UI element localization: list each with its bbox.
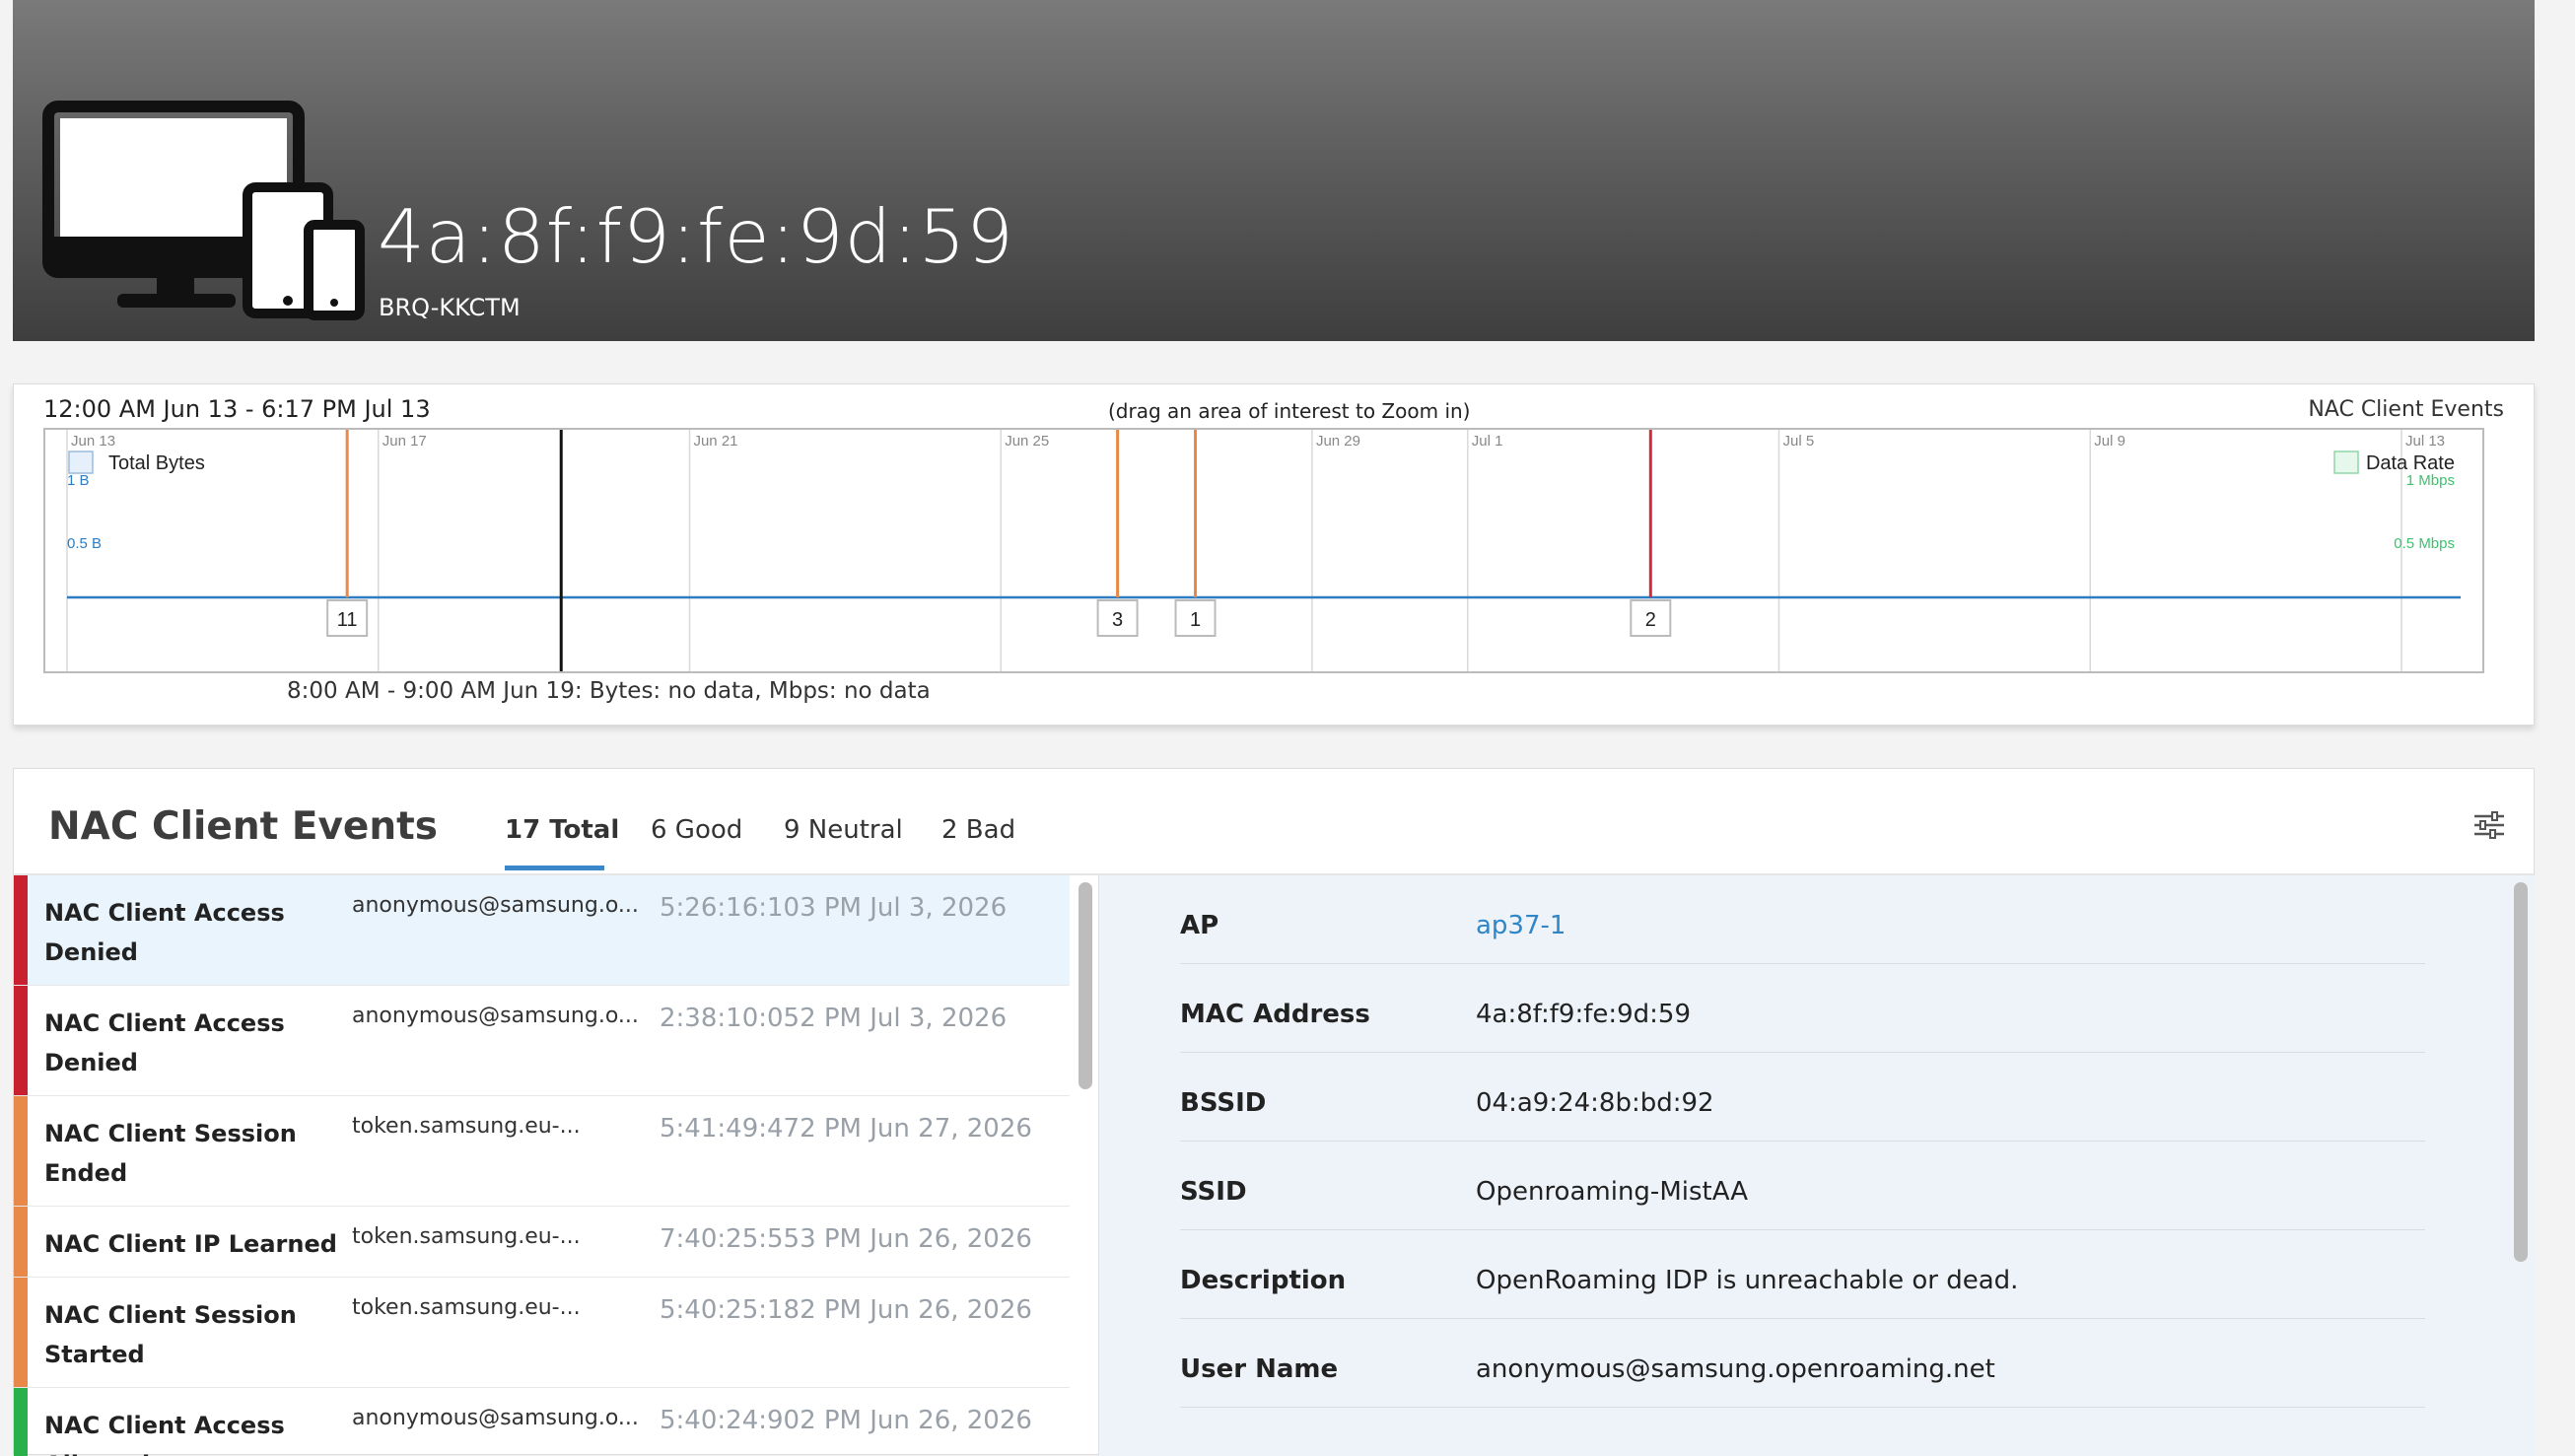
left-axis-tick: 0.5 B — [67, 535, 102, 552]
event-marker-count: 1 — [1190, 609, 1201, 631]
event-time: 5:41:49:472 PM Jun 27, 2026 — [660, 1114, 1032, 1144]
event-time: 5:40:25:182 PM Jun 26, 2026 — [660, 1295, 1032, 1325]
event-user: token.samsung.eu-... — [352, 1295, 581, 1320]
x-tick-label: Jun 21 — [693, 433, 737, 450]
event-marker-count: 11 — [337, 609, 358, 631]
detail-label: BSSID — [1180, 1088, 1267, 1118]
tab-neutral[interactable]: 9 Neutral — [784, 815, 903, 845]
legend-label-data-rate: Data Rate — [2366, 452, 2455, 474]
detail-label: User Name — [1180, 1354, 1339, 1384]
hover-readout: 8:00 AM - 9:00 AM Jun 19: Bytes: no data… — [287, 678, 931, 704]
event-type: NAC Client Session Started — [44, 1301, 297, 1368]
legend-swatch-total-bytes — [68, 451, 94, 474]
x-tick-label: Jun 25 — [1005, 433, 1049, 450]
detail-row-username: User Name anonymous@samsung.openroaming.… — [1180, 1319, 2425, 1408]
chart-name: NAC Client Events — [2308, 397, 2504, 422]
ap-link[interactable]: ap37-1 — [1476, 911, 1566, 940]
timeline-chart-svg[interactable]: Jun 13 Jun 17 Jun 21 Jun 25 Jun 29 Jul 1 Jul 5… — [45, 430, 2482, 671]
event-detail-pane: AP ap37-1 MAC Address 4a:8f:f9:fe:9d:59 … — [1098, 875, 2536, 1456]
client-site-name: BRQ-KKCTM — [379, 294, 521, 321]
event-severity-bar — [14, 1278, 28, 1387]
active-tab-indicator — [505, 866, 604, 870]
event-user: anonymous@samsung.o... — [352, 893, 639, 918]
timeline-chart[interactable]: Jun 13 Jun 17 Jun 21 Jun 25 Jun 29 Jul 1 Jul 5… — [43, 428, 2484, 673]
event-row[interactable]: NAC Client Access Allowed anonymous@sams… — [14, 1388, 1070, 1456]
right-axis-tick: 1 Mbps — [2406, 472, 2455, 489]
detail-label: Description — [1180, 1266, 1347, 1295]
left-axis-tick: 1 B — [67, 472, 90, 489]
event-time: 5:40:24:902 PM Jun 26, 2026 — [660, 1406, 1032, 1435]
event-marker-count: 2 — [1645, 609, 1656, 631]
time-range-label[interactable]: 12:00 AM Jun 13 - 6:17 PM Jul 13 — [43, 395, 431, 423]
detail-value: 4a:8f:f9:fe:9d:59 — [1476, 1000, 1692, 1029]
x-tick-label: Jun 29 — [1316, 433, 1360, 450]
event-severity-bar — [14, 1096, 28, 1206]
detail-row-mac: MAC Address 4a:8f:f9:fe:9d:59 — [1180, 964, 2425, 1053]
client-header: 4a:8f:f9:fe:9d:59 BRQ-KKCTM — [13, 0, 2535, 341]
x-tick-label: Jul 1 — [1472, 433, 1503, 450]
detail-scroll-thumb[interactable] — [2514, 882, 2528, 1262]
event-type: NAC Client Access Allowed — [44, 1412, 285, 1456]
detail-value: OpenRoaming IDP is unreachable or dead. — [1476, 1266, 2019, 1295]
events-card: NAC Client Events 17 Total 6 Good 9 Neut… — [13, 768, 2536, 1456]
event-type: NAC Client Access Denied — [44, 1009, 285, 1076]
legend-swatch-data-rate — [2333, 451, 2359, 474]
tab-bad[interactable]: 2 Bad — [941, 815, 1015, 845]
event-type: NAC Client Access Denied — [44, 899, 285, 966]
detail-label: AP — [1180, 911, 1219, 940]
event-time: 5:26:16:103 PM Jul 3, 2026 — [660, 893, 1008, 923]
event-severity-bar — [14, 986, 28, 1095]
event-row[interactable]: NAC Client IP Learned token.samsung.eu-.… — [14, 1207, 1070, 1278]
event-user: anonymous@samsung.o... — [352, 1004, 639, 1028]
tab-total[interactable]: 17 Total — [505, 815, 619, 845]
filter-settings-icon[interactable] — [2472, 810, 2506, 840]
event-row[interactable]: NAC Client Access Denied anonymous@samsu… — [14, 986, 1070, 1096]
detail-value: anonymous@samsung.openroaming.net — [1476, 1354, 1995, 1384]
zoom-hint: (drag an area of interest to Zoom in) — [1108, 399, 1471, 423]
event-list[interactable]: NAC Client Access Denied anonymous@samsu… — [14, 875, 1070, 1456]
event-severity-bar — [14, 875, 28, 985]
x-tick-label: Jun 17 — [383, 433, 427, 450]
detail-value: Openroaming-MistAA — [1476, 1177, 1749, 1207]
x-tick-label: Jun 13 — [71, 433, 115, 450]
event-severity-bar — [14, 1388, 28, 1456]
event-marker-count: 3 — [1112, 609, 1123, 631]
event-list-scroll-thumb[interactable] — [1079, 882, 1092, 1089]
tab-good[interactable]: 6 Good — [651, 815, 742, 845]
detail-row-ap: AP ap37-1 — [1180, 875, 2425, 964]
x-tick-label: Jul 5 — [1783, 433, 1815, 450]
event-row[interactable]: NAC Client Access Denied anonymous@samsu… — [14, 875, 1070, 986]
event-row[interactable]: NAC Client Session Started token.samsung… — [14, 1278, 1070, 1388]
client-mac-title: 4a:8f:f9:fe:9d:59 — [378, 193, 1014, 280]
event-user: token.samsung.eu-... — [352, 1114, 581, 1139]
legend-label-total-bytes: Total Bytes — [108, 452, 205, 474]
detail-row-ssid: SSID Openroaming-MistAA — [1180, 1142, 2425, 1230]
right-axis-tick: 0.5 Mbps — [2394, 535, 2455, 552]
event-severity-bar — [14, 1207, 28, 1277]
x-tick-label: Jul 13 — [2405, 433, 2445, 450]
detail-value: 04:a9:24:8b:bd:92 — [1476, 1088, 1714, 1118]
event-time: 7:40:25:553 PM Jun 26, 2026 — [660, 1224, 1032, 1254]
detail-label: MAC Address — [1180, 1000, 1370, 1029]
detail-row-bssid: BSSID 04:a9:24:8b:bd:92 — [1180, 1053, 2425, 1142]
event-user: token.samsung.eu-... — [352, 1224, 581, 1249]
event-row[interactable]: NAC Client Session Ended token.samsung.e… — [14, 1096, 1070, 1207]
client-devices-icon — [42, 101, 365, 320]
events-title: NAC Client Events — [48, 804, 438, 849]
x-tick-label: Jul 9 — [2094, 433, 2125, 450]
event-user: anonymous@samsung.o... — [352, 1406, 639, 1430]
event-type: NAC Client Session Ended — [44, 1120, 297, 1187]
event-type: NAC Client IP Learned — [44, 1230, 337, 1258]
detail-label: SSID — [1180, 1177, 1247, 1207]
timeline-card: 12:00 AM Jun 13 - 6:17 PM Jul 13 (drag a… — [13, 383, 2535, 726]
detail-row-description: Description OpenRoaming IDP is unreachab… — [1180, 1230, 2425, 1319]
event-time: 2:38:10:052 PM Jul 3, 2026 — [660, 1004, 1008, 1033]
